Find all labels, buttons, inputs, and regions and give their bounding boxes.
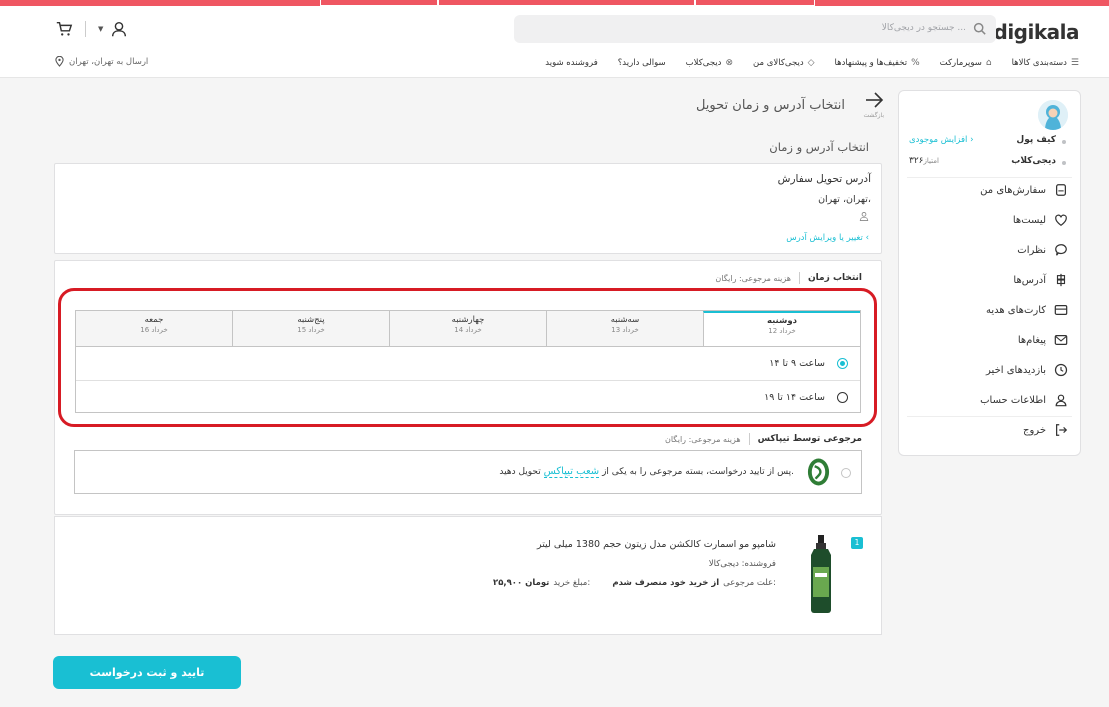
orders-icon [1056,184,1066,196]
search-input[interactable]: جستجو در دیجی‌کالا ... [514,15,996,43]
radio-unselected[interactable] [841,468,851,478]
sidebar-item-comments[interactable]: نظرات [908,241,1068,259]
nav-categories[interactable]: ☰ دسته‌بندی کالاها [1012,56,1079,70]
return-cost: هزینه مرجوعی: رایگان [664,434,741,444]
chevron-down-icon[interactable]: ▼ [98,25,103,33]
sidebar-item-logout[interactable]: خروج [908,421,1068,439]
clock-icon [1054,363,1068,377]
ship-location[interactable]: ارسال به تهران، تهران [55,56,148,67]
person-icon [859,212,869,221]
return-option[interactable]: پس از تایید درخواست، بسته مرجوعی را به ی… [74,450,862,494]
club-label: دیجی‌کلاب [1011,156,1056,166]
heart-icon [1055,214,1067,226]
return-description: پس از تایید درخواست، بسته مرجوعی را به ی… [499,466,794,478]
product-seller: فروشنده: دیجی‌کالا [708,559,776,569]
nav-become-seller[interactable]: فروشنده شوید [545,56,598,70]
product-card: 1 شامپو مو اسمارت کالکشن مدل زیتون حجم 1… [54,516,882,635]
logout-icon [1056,424,1068,436]
back-label[interactable]: بازگشت [864,112,885,119]
avatar[interactable] [1038,100,1068,130]
bullet [1062,140,1066,144]
divider [748,433,750,445]
address-city: تهران، تهران، [818,194,871,205]
location-icon [1056,273,1066,287]
sidebar-item-recent-views[interactable]: بازدیدهای اخیر [908,361,1068,379]
club-row: دیجی‌کلاب ۳۲۶امتیاز [909,156,1066,170]
item-index-badge: 1 [851,537,863,549]
sidebar-item-addresses[interactable]: آدرس‌ها [908,271,1068,289]
purchase-amount: مبلغ خرید: ۲۵,۹۰۰ تومان [493,578,591,588]
mail-icon [1054,335,1068,345]
page-header: بازگشت انتخاب آدرس و زمان تحویل [600,90,890,126]
user-icon [1055,394,1067,407]
product-name: شامپو مو اسمارت کالکشن مدل زیتون حجم 138… [536,539,776,550]
sidebar-divider [907,177,1072,178]
comment-icon [1055,244,1067,256]
return-header: مرجوعی توسط تیپاکس هزینه مرجوعی: رایگان [665,432,862,446]
basket-icon: ⌂ [985,58,992,68]
nav-faq[interactable]: سوالی دارید؟ [618,56,666,70]
wallet-label: کیف پول [1016,135,1056,145]
time-title: انتخاب زمان [808,273,862,283]
tipax-branches-link[interactable]: شعب تیپاکس [543,466,600,478]
return-reason: علت مرجوعی: از خرید خود منصرف شدم [612,578,776,588]
club-icon: ⊗ [725,58,734,68]
time-header: انتخاب زمان هزینه مرجوعی: رایگان [715,271,862,285]
nav-my-digikala[interactable]: ◇ دیجی‌کالای من [753,56,815,70]
section-title: انتخاب آدرس و زمان [769,140,869,154]
site-header: digikala جستجو در دیجی‌کالا ... ▼ ☰ دسته‌… [0,6,1109,78]
sidebar-item-messages[interactable]: پیغام‌ها [908,331,1068,349]
main-nav: ☰ دسته‌بندی کالاها ⌂ سوپرمارکت % تخفیف‌ها و… [545,56,1079,70]
address-card: آدرس تحویل سفارش تهران، تهران، تغییر یا … [54,163,882,254]
sidebar-divider [907,416,1072,417]
product-image [811,535,831,613]
nav-club[interactable]: ⊗ دیجی‌کلاب [686,56,733,70]
cart-icon[interactable] [55,20,73,38]
user-icon[interactable] [110,20,128,38]
arrow-right-icon[interactable] [864,90,884,110]
discount-icon: % [911,58,920,68]
wallet-topup-link[interactable]: افزایش موجودی › [909,135,974,145]
search-icon [973,22,986,35]
account-sidebar: کیف پول افزایش موجودی › دیجی‌کلاب ۳۲۶امت… [898,90,1081,456]
bag-icon: ◇ [807,58,815,68]
time-cost: هزینه مرجوعی: رایگان [715,273,791,283]
search-placeholder: جستجو در دیجی‌کالا ... [881,23,966,33]
address-title: آدرس تحویل سفارش [777,173,871,185]
club-points: ۳۲۶امتیاز [909,156,939,166]
sidebar-item-lists[interactable]: لیست‌ها [908,211,1068,229]
gift-card-icon [1054,305,1068,315]
highlight-outline [58,288,877,427]
digikala-logo[interactable]: digikala [994,20,1080,44]
tipax-logo-icon [807,458,830,486]
location-pin-icon [55,56,64,67]
edit-address-link[interactable]: تغییر یا ویرایش آدرس ‹ [786,233,869,243]
page-title: انتخاب آدرس و زمان تحویل [695,98,845,113]
header-divider [85,21,86,37]
return-title: مرجوعی توسط تیپاکس [757,434,862,444]
bullet [1062,161,1066,165]
nav-offers[interactable]: % تخفیف‌ها و پیشنهادها [835,56,920,70]
menu-icon: ☰ [1070,58,1079,68]
header-actions: ▼ [55,20,130,38]
sidebar-item-gift-cards[interactable]: کارت‌های هدیه [908,301,1068,319]
submit-request-button[interactable]: تایید و ثبت درخواست [53,656,241,689]
nav-supermarket[interactable]: ⌂ سوپرمارکت [940,56,992,70]
sidebar-item-account-info[interactable]: اطلاعات حساب [908,391,1068,409]
sidebar-item-orders[interactable]: سفارش‌های من [908,181,1068,199]
wallet-row: کیف پول افزایش موجودی › [909,135,1066,149]
divider [799,272,800,284]
